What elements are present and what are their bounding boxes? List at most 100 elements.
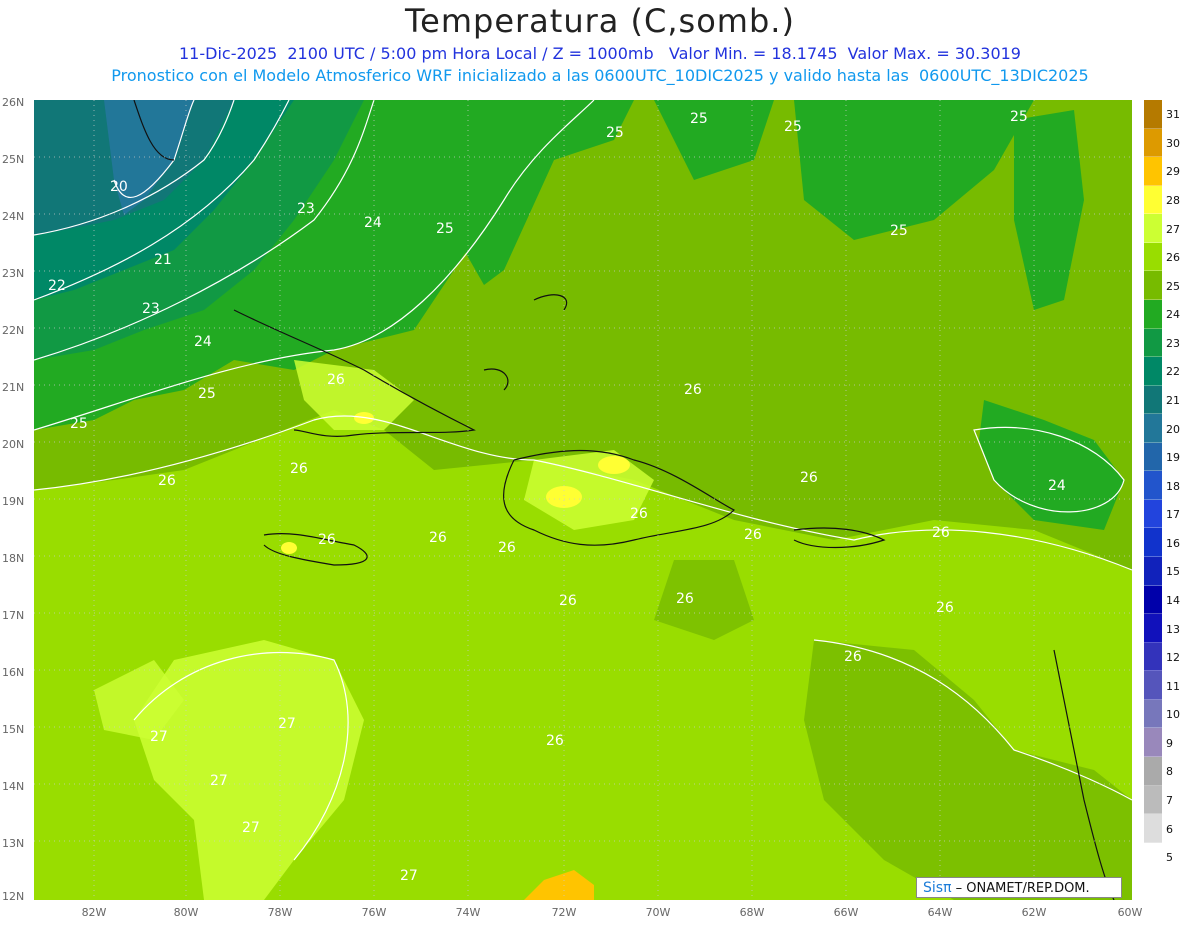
contour-label: 27 — [210, 773, 228, 789]
colorbar-swatch — [1144, 100, 1162, 129]
lat-label: 16N — [2, 666, 25, 679]
colorbar-swatch — [1144, 185, 1162, 215]
contour-label: 24 — [194, 334, 212, 350]
colorbar-label: 15 — [1166, 565, 1180, 579]
colorbar-swatch — [1144, 385, 1162, 415]
contour-label: 25 — [784, 119, 802, 135]
contour-label: 26 — [429, 530, 447, 546]
colorbar-swatch — [1144, 614, 1162, 643]
lat-label: 24N — [2, 210, 25, 223]
contour-label: 25 — [690, 111, 708, 127]
lat-label: 18N — [2, 552, 25, 565]
colorbar-swatch — [1144, 557, 1162, 586]
colorbar-label: 19 — [1166, 451, 1180, 465]
contour-label: 25 — [198, 386, 216, 402]
colorbar-swatch — [1144, 585, 1162, 615]
colorbar-swatch — [1144, 357, 1162, 386]
colorbar-swatch — [1144, 442, 1162, 472]
colorbar-label: 30 — [1166, 136, 1180, 150]
contour-label: 20 — [110, 179, 128, 195]
lat-label: 26N — [2, 96, 25, 109]
contour-label: 26 — [559, 593, 577, 609]
lat-label: 19N — [2, 495, 25, 508]
colorbar-label: 25 — [1166, 279, 1180, 293]
lon-label: 82W — [81, 906, 107, 919]
colorbar-label: 31 — [1166, 108, 1180, 122]
contour-label: 26 — [684, 382, 702, 398]
contour-label: 26 — [290, 461, 308, 477]
colorbar-label: 28 — [1166, 194, 1180, 207]
colorbar-swatch — [1144, 499, 1162, 529]
lat-label: 22N — [2, 324, 25, 337]
lon-label: 68W — [739, 906, 765, 919]
colorbar-label: 17 — [1166, 508, 1180, 522]
colorbar-swatch — [1144, 214, 1162, 243]
lon-label: 76W — [361, 906, 387, 919]
colorbar-label: 7 — [1166, 794, 1173, 807]
colorbar-label: 26 — [1166, 251, 1180, 265]
colorbar-swatch — [1144, 328, 1162, 358]
contour-label: 24 — [1048, 478, 1066, 494]
colorbar-label: 27 — [1166, 222, 1180, 236]
colorbar-swatch — [1144, 242, 1162, 272]
colorbar-label: 29 — [1166, 165, 1180, 179]
credit-text: – ONAMET/REP.DOM. — [955, 881, 1090, 896]
contour-label: 23 — [297, 201, 315, 217]
lat-label: 25N — [2, 153, 25, 166]
colorbar-swatch — [1144, 642, 1162, 672]
contour-label: 26 — [844, 649, 862, 665]
lon-label: 66W — [833, 906, 859, 919]
map-subtitle-time: 11-Dic-2025 2100 UTC / 5:00 pm Hora Loca… — [179, 44, 1021, 63]
lon-label: 72W — [551, 906, 577, 919]
colorbar-swatch — [1144, 271, 1162, 300]
colorbar-label: 22 — [1166, 365, 1180, 379]
temp-field-28-d — [281, 542, 297, 554]
colorbar — [1144, 100, 1162, 900]
contour-label: 23 — [142, 301, 160, 317]
contour-label: 26 — [744, 527, 762, 543]
map-canvas: 20 21 22 23 23 24 24 25 25 25 25 25 25 2… — [34, 100, 1132, 900]
lat-label: 13N — [2, 837, 25, 850]
colorbar-swatch — [1144, 128, 1162, 158]
contour-label: 26 — [800, 470, 818, 486]
contour-label: 27 — [242, 820, 260, 836]
colorbar-swatch — [1144, 414, 1162, 443]
contour-label: 26 — [327, 372, 345, 388]
contour-label: 25 — [1010, 109, 1028, 125]
lon-label: 70W — [645, 906, 671, 919]
contour-label: 26 — [630, 506, 648, 522]
contour-label: 24 — [364, 215, 382, 231]
lon-label: 78W — [267, 906, 293, 919]
colorbar-swatch — [1144, 728, 1162, 757]
contour-label: 26 — [676, 591, 694, 607]
colorbar-label: 21 — [1166, 394, 1180, 407]
colorbar-swatch — [1144, 756, 1162, 786]
colorbar-label: 20 — [1166, 422, 1180, 436]
map-subtitle-model: Pronostico con el Modelo Atmosferico WRF… — [111, 66, 1089, 85]
colorbar-label: 23 — [1166, 336, 1180, 350]
credit-box: Sisπ – ONAMET/REP.DOM. — [916, 877, 1122, 898]
colorbar-label: 6 — [1166, 822, 1173, 836]
colorbar-swatch — [1144, 699, 1162, 729]
lat-label: 20N — [2, 438, 25, 451]
lon-label: 62W — [1021, 906, 1047, 919]
contour-label: 25 — [890, 223, 908, 239]
colorbar-label: 9 — [1166, 736, 1173, 750]
contour-label: 26 — [318, 532, 336, 548]
colorbar-label: 14 — [1166, 594, 1180, 607]
contour-label: 26 — [546, 733, 564, 749]
colorbar-label: 5 — [1166, 851, 1173, 865]
colorbar-swatch — [1144, 785, 1162, 815]
lon-label: 80W — [173, 906, 199, 919]
colorbar-swatch — [1144, 842, 1162, 872]
contour-label: 26 — [932, 525, 950, 541]
contour-label: 21 — [154, 252, 172, 268]
colorbar-label: 18 — [1166, 479, 1180, 493]
contour-label: 25 — [606, 125, 624, 141]
colorbar-swatch — [1144, 299, 1162, 329]
temp-field-28-b — [598, 456, 630, 474]
contour-label: 26 — [158, 473, 176, 489]
contour-label: 25 — [70, 416, 88, 432]
contour-label: 27 — [278, 716, 296, 732]
colorbar-label: 12 — [1166, 651, 1180, 665]
